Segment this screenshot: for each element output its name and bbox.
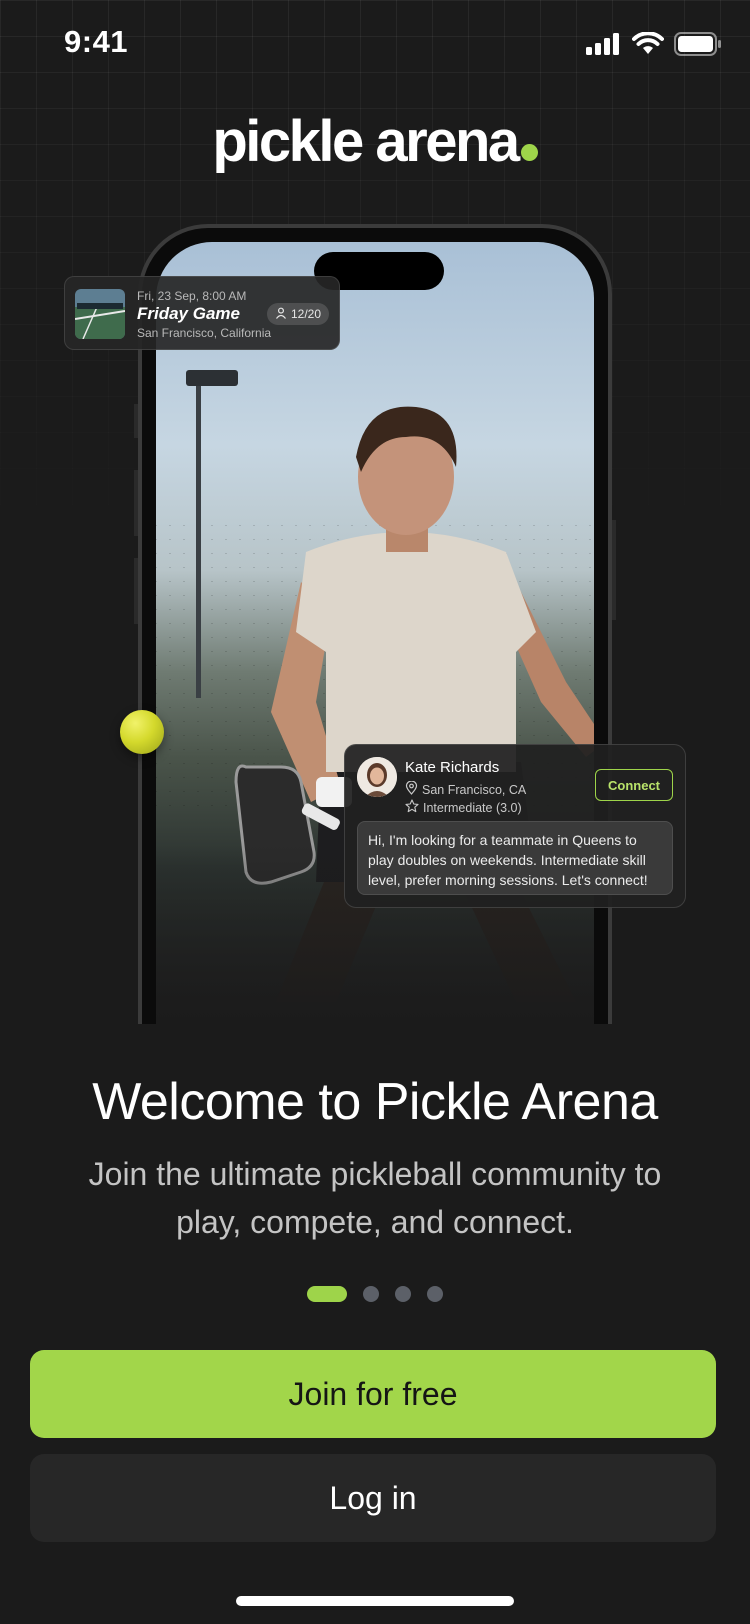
welcome-title: Welcome to Pickle Arena [92, 1073, 658, 1131]
page-dot[interactable] [427, 1286, 443, 1302]
profile-location: San Francisco, CA [422, 782, 527, 797]
wifi-icon [632, 31, 664, 61]
home-indicator[interactable] [236, 1596, 514, 1606]
logo-dot [520, 144, 538, 161]
page-dot-active[interactable] [307, 1286, 347, 1302]
page-dot[interactable] [395, 1286, 411, 1302]
logo-text: pickle arena [212, 109, 520, 174]
profile-level-row: Intermediate (3.0) [405, 799, 522, 816]
log-in-button[interactable]: Log in [30, 1454, 716, 1542]
profile-message: Hi, I'm looking for a teammate in Queens… [357, 821, 673, 895]
battery-icon [674, 32, 722, 61]
pickleball [120, 710, 164, 754]
game-date: Fri, 23 Sep, 8:00 AM [137, 289, 247, 303]
person-icon [275, 307, 287, 322]
profile-level: Intermediate (3.0) [423, 800, 522, 815]
player-count: 12/20 [290, 307, 321, 321]
game-location: San Francisco, California [137, 326, 272, 340]
phone-side-button [612, 520, 616, 620]
star-icon [405, 799, 419, 816]
connect-button[interactable]: Connect [595, 769, 673, 801]
game-thumbnail [75, 289, 125, 339]
game-card[interactable]: Fri, 23 Sep, 8:00 AM Friday Game San Fra… [64, 276, 340, 350]
status-bar: 9:41 [0, 0, 750, 90]
welcome-subtitle: Join the ultimate pickleball community t… [88, 1156, 662, 1240]
page-indicator [0, 1286, 750, 1302]
location-pin-icon [405, 780, 418, 798]
page-dot[interactable] [363, 1286, 379, 1302]
cellular-signal-icon [586, 33, 622, 60]
app-logo: pickle arena [0, 108, 750, 175]
status-time: 9:41 [64, 24, 129, 59]
player-count-badge: 12/20 [266, 303, 329, 325]
status-icons [586, 31, 722, 61]
light-pole [196, 378, 201, 698]
game-title: Friday Game [137, 304, 240, 323]
join-for-free-button[interactable]: Join for free [30, 1350, 716, 1438]
profile-card: Kate Richards San Francisco, CA Intermed… [344, 744, 686, 908]
profile-location-row: San Francisco, CA [405, 780, 527, 798]
avatar [357, 757, 397, 797]
profile-name: Kate Richards [405, 759, 500, 776]
